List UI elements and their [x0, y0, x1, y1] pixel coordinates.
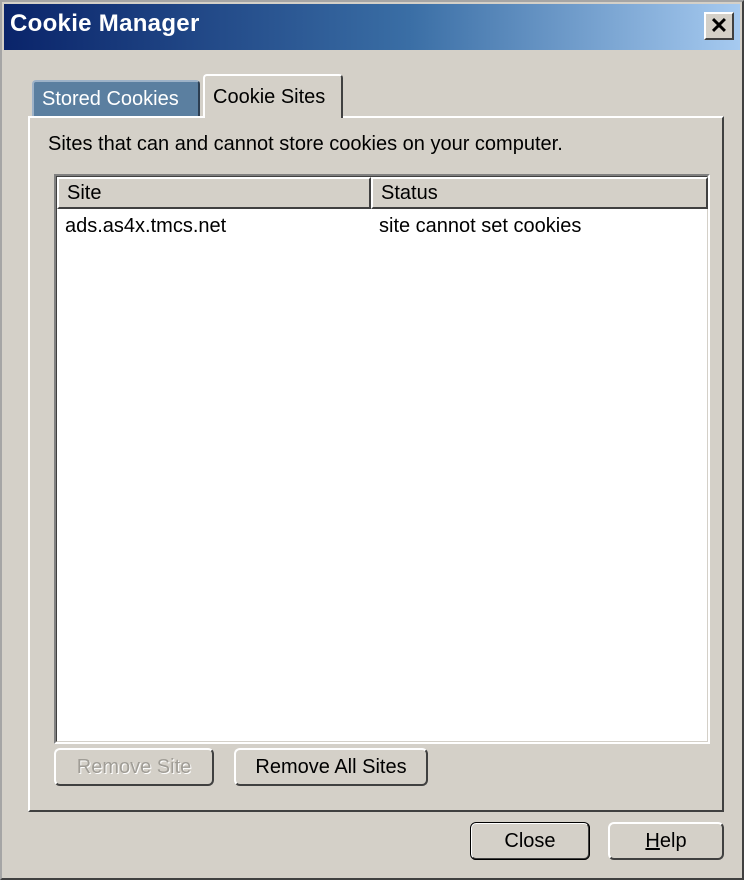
tab-stored-cookies[interactable]: Stored Cookies	[32, 80, 200, 116]
panel-description: Sites that can and cannot store cookies …	[48, 133, 563, 155]
close-button[interactable]: Close	[470, 822, 590, 860]
list-item[interactable]: ads.as4x.tmcs.net site cannot set cookie…	[57, 211, 708, 241]
column-header-site[interactable]: Site	[57, 177, 371, 209]
help-button[interactable]: Help	[608, 822, 724, 860]
sites-list[interactable]: Site Status ads.as4x.tmcs.net site canno…	[54, 174, 710, 744]
remove-all-sites-button[interactable]: Remove All Sites	[234, 748, 428, 786]
status-cell: site cannot set cookies	[379, 215, 582, 237]
help-label-rest: elp	[659, 829, 687, 852]
site-cell: ads.as4x.tmcs.net	[65, 215, 227, 237]
help-mnemonic: H	[645, 829, 660, 852]
column-header-status[interactable]: Status	[371, 177, 708, 209]
close-icon[interactable]: ✕	[704, 12, 734, 40]
close-glyph: ✕	[709, 13, 729, 38]
tab-cookie-sites[interactable]: Cookie Sites	[203, 74, 343, 118]
remove-site-button[interactable]: Remove Site	[54, 748, 214, 786]
window-title: Cookie Manager	[10, 10, 200, 37]
title-bar[interactable]: Cookie Manager ✕	[4, 4, 740, 50]
cookie-manager-dialog: Cookie Manager ✕ Stored Cookies Cookie S…	[0, 0, 744, 880]
